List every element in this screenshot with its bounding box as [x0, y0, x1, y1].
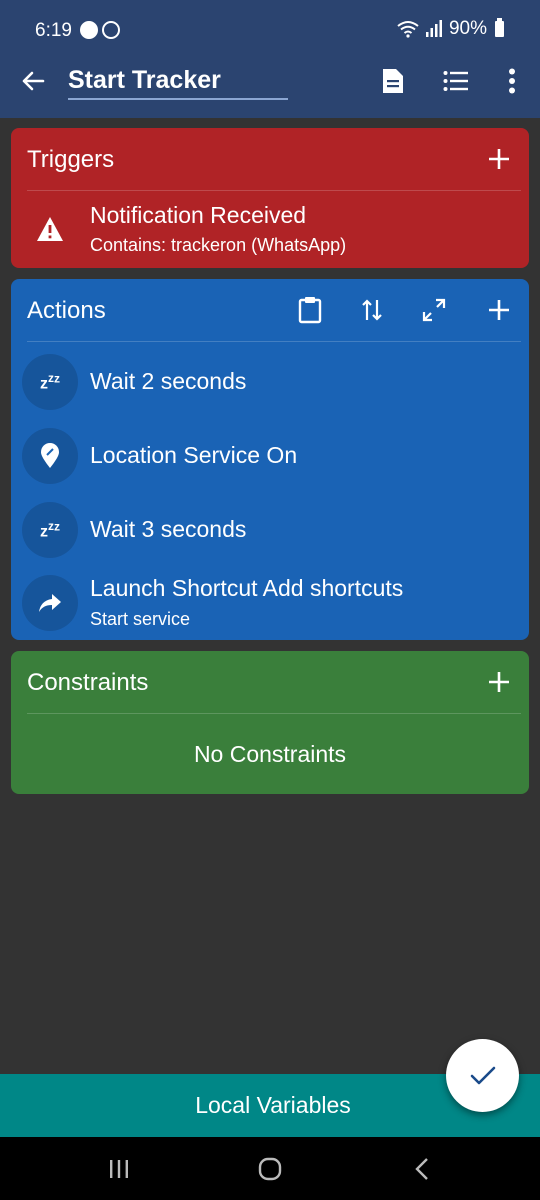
- action-label: Wait 3 seconds: [90, 516, 247, 542]
- trigger-sub: Contains: trackeron (WhatsApp): [90, 235, 347, 255]
- warning-icon: [35, 215, 65, 243]
- home-button[interactable]: [254, 1153, 286, 1185]
- actions-title: Actions: [27, 297, 106, 324]
- reorder-button[interactable]: [358, 296, 386, 324]
- notification-icons: [80, 21, 120, 39]
- system-status: 90%: [397, 18, 504, 40]
- action-label: Location Service On: [90, 442, 298, 468]
- add-action-button[interactable]: [485, 296, 513, 324]
- battery-percent: 90%: [448, 18, 487, 39]
- action-sub: Start service: [90, 609, 191, 629]
- local-variables-label: Local Variables: [195, 1092, 351, 1118]
- divider: [27, 713, 521, 714]
- triggers-header: Triggers: [11, 128, 529, 191]
- expand-button[interactable]: [420, 296, 448, 324]
- add-icon: [489, 672, 509, 692]
- back-chevron-icon: [415, 1158, 428, 1180]
- add-trigger-button[interactable]: [485, 145, 513, 173]
- action-label: Launch Shortcut Add shortcuts: [90, 575, 404, 601]
- add-icon: [489, 149, 509, 169]
- add-icon: [489, 300, 509, 320]
- system-nav-bar: [0, 1137, 540, 1200]
- app-bar: Start Tracker: [0, 60, 540, 118]
- zzz-icon: zzz: [22, 354, 78, 410]
- location-pin-icon: [22, 428, 78, 484]
- status-bar: 6:19 90%: [0, 0, 540, 60]
- actions-header: Actions: [11, 279, 529, 342]
- recents-button[interactable]: [103, 1153, 135, 1185]
- recents-icon: [110, 1160, 128, 1178]
- list-icon: [443, 71, 468, 91]
- check-icon: [470, 1066, 495, 1084]
- triggers-title: Triggers: [27, 146, 115, 173]
- action-label: Wait 2 seconds: [90, 368, 247, 394]
- status-time: 6:19: [35, 20, 72, 41]
- actions-card: Actions zzz Wait 2 seconds Location Serv…: [11, 279, 529, 640]
- title-field[interactable]: Start Tracker: [68, 66, 288, 100]
- macro-title: Start Tracker: [68, 66, 221, 94]
- home-icon: [258, 1157, 282, 1181]
- zzz-icon: zzz: [22, 502, 78, 558]
- back-arrow-icon: [22, 71, 45, 91]
- document-icon: [383, 69, 403, 93]
- action-item[interactable]: zzz Wait 3 seconds: [11, 500, 529, 560]
- trigger-label: Notification Received: [90, 202, 307, 228]
- action-item[interactable]: Location Service On: [11, 426, 529, 486]
- more-vert-icon: [509, 68, 515, 94]
- save-fab-button[interactable]: [446, 1039, 519, 1112]
- add-constraint-button[interactable]: [485, 668, 513, 696]
- constraints-header: Constraints: [11, 651, 529, 714]
- expand-icon: [422, 298, 446, 322]
- clipboard-icon: [298, 297, 322, 324]
- divider: [27, 341, 521, 342]
- battery-icon: [495, 18, 504, 37]
- constraints-card: Constraints No Constraints: [11, 651, 529, 794]
- list-button[interactable]: [441, 66, 471, 96]
- triggers-card: Triggers Notification Received Contains:…: [11, 128, 529, 268]
- constraints-title: Constraints: [27, 669, 149, 696]
- wifi-icon: [397, 21, 419, 38]
- chat-app-icon: [80, 21, 98, 39]
- share-arrow-icon: [22, 575, 78, 631]
- no-constraints-text: No Constraints: [193, 741, 347, 767]
- trigger-item[interactable]: Notification Received Contains: trackero…: [11, 191, 529, 268]
- action-item[interactable]: Launch Shortcut Add shortcuts Start serv…: [11, 565, 529, 635]
- document-button[interactable]: [378, 66, 408, 96]
- action-item[interactable]: zzz Wait 2 seconds: [11, 352, 529, 412]
- signal-icon: [425, 20, 442, 37]
- clipboard-button[interactable]: [296, 296, 324, 324]
- back-button[interactable]: [18, 66, 48, 96]
- whatsapp-icon: [102, 21, 120, 39]
- more-options-button[interactable]: [497, 66, 527, 96]
- back-nav-button[interactable]: [406, 1153, 438, 1185]
- sort-icon: [362, 299, 382, 321]
